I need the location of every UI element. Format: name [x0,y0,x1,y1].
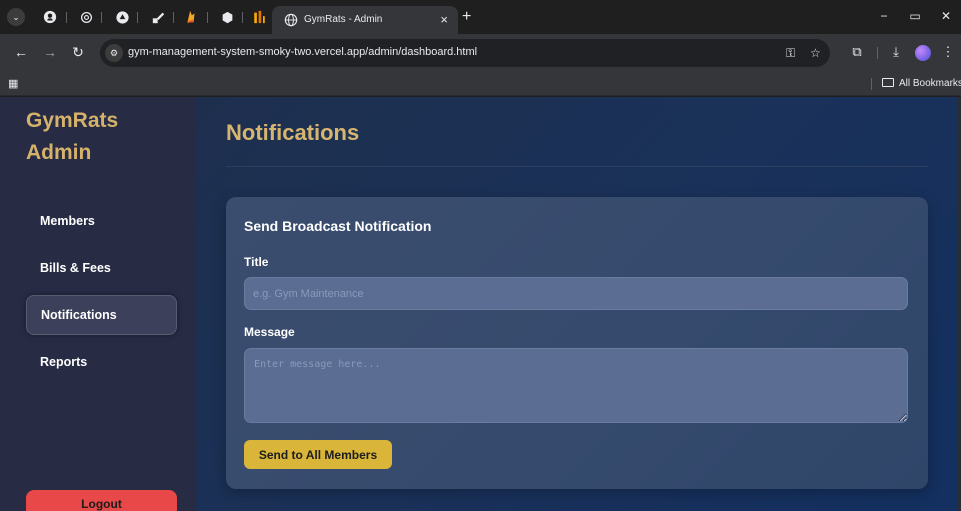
logout-button[interactable]: Logout [26,490,177,511]
broadcast-notification-card: Send Broadcast Notification Title Messag… [226,197,928,489]
site-info-icon[interactable]: ⚙ [105,44,123,62]
main-content: Notifications Send Broadcast Notificatio… [196,97,961,511]
extensions-icon[interactable]: ⧉ [849,44,865,60]
send-to-all-members-button[interactable]: Send to All Members [244,440,392,469]
tab-search-dropdown-icon[interactable]: ⌄ [7,8,25,26]
browser-toolbar: ← → ↻ ⚙ gym-management-system-smoky-two.… [0,34,961,72]
tab-close-icon[interactable]: × [440,12,448,27]
forward-icon[interactable]: → [42,44,58,60]
github-pinned-tab-icon[interactable] [42,9,58,25]
title-field-label: Title [244,255,269,269]
download-icon[interactable]: ⤓ [888,44,904,60]
tab-title: GymRats - Admin [304,14,383,25]
back-icon[interactable]: ← [13,44,29,60]
tab-separator [101,12,102,23]
brand-logo: GymRats Admin [26,105,118,169]
apps-grid-icon[interactable]: ▦ [8,77,18,90]
message-field-label: Message [244,325,295,339]
profile-avatar[interactable] [915,45,931,61]
sidebar-item-label: Bills & Fees [40,261,111,275]
active-tab[interactable]: GymRats - Admin × [272,6,458,34]
tab-separator [137,12,138,23]
sidebar-item-label: Notifications [41,308,117,322]
pinned-tab-icon[interactable] [150,9,166,25]
bookmarks-bar: ▦ All Bookmarks [0,72,961,96]
analytics-pinned-tab-icon[interactable] [251,9,267,25]
card-title: Send Broadcast Notification [244,218,432,234]
tab-separator [242,12,243,23]
bookmark-star-icon[interactable]: ☆ [810,46,821,60]
brand-subtitle: Admin [26,141,92,164]
restore-icon[interactable]: ▭ [907,9,923,23]
drive-pinned-tab-icon[interactable] [114,9,130,25]
title-divider [226,166,928,167]
sidebar: GymRats Admin Members Bills & Fees Notif… [0,97,196,511]
message-textarea[interactable] [244,348,908,423]
sidebar-item-members[interactable]: Members [26,201,177,241]
page-scrollbar[interactable] [957,97,961,511]
sidebar-item-notifications[interactable]: Notifications [26,295,177,335]
all-bookmarks-link[interactable]: All Bookmarks [882,78,961,89]
sidebar-item-bills-fees[interactable]: Bills & Fees [26,248,177,288]
tab-separator [173,12,174,23]
address-url[interactable]: gym-management-system-smoky-two.vercel.a… [128,46,477,58]
globe-icon [284,13,298,27]
page-viewport: GymRats Admin Members Bills & Fees Notif… [0,97,961,511]
minimize-icon[interactable]: − [876,9,892,23]
sidebar-item-label: Reports [40,355,88,369]
sidebar-item-label: Members [40,214,95,228]
all-bookmarks-label: All Bookmarks [899,78,961,89]
browser-tab-strip: ⌄ GymRats - Admin × + − ▭ ✕ [0,0,961,34]
toolbar-separator [877,47,878,59]
openai-pinned-tab-icon[interactable] [78,9,94,25]
page-title: Notifications [226,120,360,145]
new-tab-button[interactable]: + [462,8,471,26]
folder-icon [882,78,894,87]
bookmarks-separator [871,78,872,90]
reload-icon[interactable]: ↻ [70,44,86,61]
password-key-icon[interactable]: ⚿ [786,46,795,61]
firebase-pinned-tab-icon[interactable] [183,9,199,25]
tab-separator [207,12,208,23]
sidebar-item-reports[interactable]: Reports [26,342,177,382]
menu-kebab-icon[interactable]: ⋮ [940,44,956,60]
close-window-icon[interactable]: ✕ [938,9,954,23]
brand-name: GymRats [26,109,119,132]
address-bar[interactable]: ⚙ gym-management-system-smoky-two.vercel… [100,39,830,67]
title-input[interactable] [244,277,908,310]
tab-separator [66,12,67,23]
pinned-tab-icon[interactable] [219,9,235,25]
